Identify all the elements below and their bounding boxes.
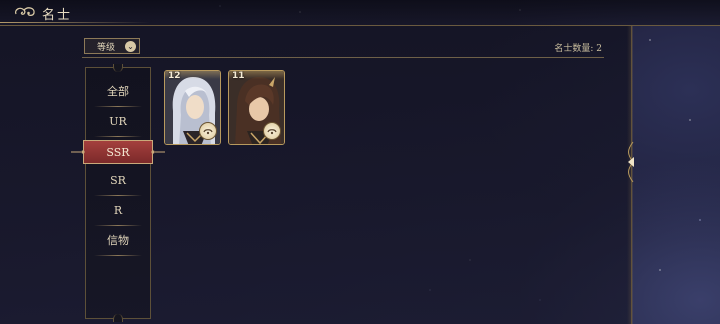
category-tab-label: SSR	[106, 146, 130, 159]
hero-count: 名士数量: 2	[554, 44, 602, 54]
hero-badge-icon	[263, 122, 281, 140]
divider	[94, 255, 142, 256]
sidebar-top-notch	[113, 64, 123, 72]
chevron-down-icon: ⌄	[125, 41, 136, 52]
title-bar: 名士	[0, 0, 720, 26]
hero-badge-icon	[199, 122, 217, 140]
category-tab-r[interactable]: R	[86, 196, 150, 226]
category-tab-ssr[interactable]: SSR	[71, 140, 165, 164]
ornament-left-icon	[71, 150, 85, 154]
category-tab-label: R	[113, 204, 123, 217]
category-tab-all[interactable]: 全部	[86, 77, 150, 107]
category-tab-label: SR	[110, 174, 126, 187]
category-tab-label: 信物	[107, 234, 129, 247]
level-sort-dropdown[interactable]: 等级 ⌄	[84, 38, 140, 54]
hero-card[interactable]: 12	[164, 70, 221, 145]
category-tab-label: 全部	[107, 85, 129, 98]
category-tab-ur[interactable]: UR	[86, 107, 150, 137]
collapse-panel-button[interactable]	[623, 140, 637, 184]
category-tab-token[interactable]: 信物	[86, 226, 150, 256]
category-sidebar: 全部 UR SSR SR R 信物	[71, 64, 165, 322]
cloud-swirl-icon	[14, 7, 35, 17]
title-underline	[0, 22, 150, 23]
sidebar-bottom-notch	[113, 314, 123, 322]
category-tab-label: UR	[109, 115, 127, 128]
level-sort-label: 等级	[97, 42, 116, 53]
hero-level: 12	[168, 71, 181, 81]
category-tab-sr[interactable]: SR	[86, 166, 150, 196]
ornament-right-icon	[151, 150, 165, 154]
divider	[94, 136, 142, 137]
page-title: 名士	[42, 8, 73, 23]
chevron-left-icon	[628, 141, 634, 183]
filter-bar: 等级 ⌄ 名士数量: 2	[82, 38, 604, 58]
hero-level: 11	[232, 71, 245, 81]
hero-card[interactable]: 11	[228, 70, 285, 145]
